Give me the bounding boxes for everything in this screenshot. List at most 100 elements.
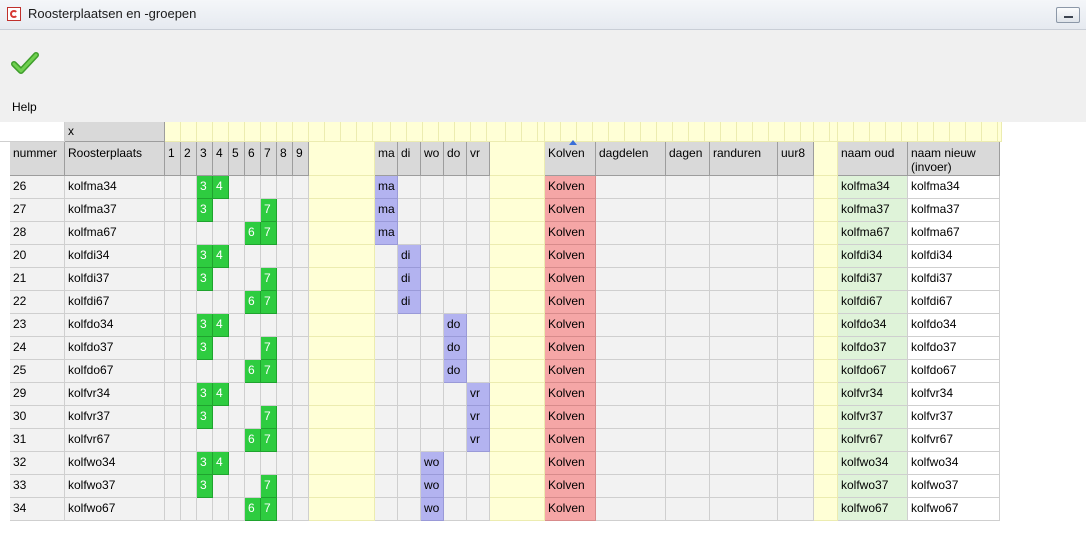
row-nummer[interactable]: 21 bbox=[10, 268, 65, 291]
randuren-cell[interactable] bbox=[710, 176, 778, 199]
filter-cell[interactable] bbox=[593, 122, 609, 142]
day-cell-do[interactable]: do bbox=[444, 360, 467, 383]
header-hour-5[interactable]: 5 bbox=[229, 142, 245, 176]
row-roosterplaats[interactable]: kolfma34 bbox=[65, 176, 165, 199]
dagen-cell[interactable] bbox=[666, 406, 710, 429]
day-cell-ma[interactable] bbox=[375, 498, 398, 521]
day-cell-do[interactable] bbox=[444, 406, 467, 429]
uur8-cell[interactable] bbox=[778, 291, 814, 314]
day-cell-vr[interactable] bbox=[467, 475, 490, 498]
naam-nieuw-input[interactable]: kolfdi67 bbox=[908, 291, 1000, 314]
day-cell-do[interactable] bbox=[444, 268, 467, 291]
day-cell-vr[interactable] bbox=[467, 291, 490, 314]
hour-cell-3[interactable] bbox=[197, 222, 213, 245]
kolven-cell[interactable]: Kolven bbox=[545, 429, 596, 452]
hour-cell-6[interactable] bbox=[245, 245, 261, 268]
day-cell-wo[interactable]: wo bbox=[421, 452, 444, 475]
randuren-cell[interactable] bbox=[710, 383, 778, 406]
hour-cell-9[interactable] bbox=[293, 337, 309, 360]
hour-cell-4[interactable]: 4 bbox=[213, 452, 229, 475]
hour-cell-8[interactable] bbox=[277, 291, 293, 314]
day-cell-vr[interactable]: vr bbox=[467, 429, 490, 452]
header-day-ma[interactable]: ma bbox=[375, 142, 398, 176]
hour-cell-6[interactable] bbox=[245, 268, 261, 291]
kolven-cell[interactable]: Kolven bbox=[545, 291, 596, 314]
filter-cell[interactable] bbox=[785, 122, 801, 142]
filter-cell[interactable] bbox=[966, 122, 982, 142]
day-cell-di[interactable] bbox=[398, 498, 421, 521]
filter-cell[interactable] bbox=[886, 122, 902, 142]
hour-cell-2[interactable] bbox=[181, 222, 197, 245]
kolven-cell[interactable]: Kolven bbox=[545, 199, 596, 222]
hour-cell-1[interactable] bbox=[165, 268, 181, 291]
filter-cell[interactable] bbox=[830, 122, 838, 142]
hour-cell-2[interactable] bbox=[181, 383, 197, 406]
kolven-cell[interactable]: Kolven bbox=[545, 245, 596, 268]
filter-cell[interactable] bbox=[261, 122, 277, 142]
hour-cell-2[interactable] bbox=[181, 337, 197, 360]
day-cell-do[interactable] bbox=[444, 245, 467, 268]
hour-cell-2[interactable] bbox=[181, 429, 197, 452]
hour-cell-9[interactable] bbox=[293, 360, 309, 383]
hour-cell-8[interactable] bbox=[277, 222, 293, 245]
day-cell-ma[interactable] bbox=[375, 314, 398, 337]
confirm-button[interactable] bbox=[8, 46, 42, 80]
day-cell-wo[interactable] bbox=[421, 268, 444, 291]
day-cell-wo[interactable] bbox=[421, 406, 444, 429]
filter-cell[interactable] bbox=[625, 122, 641, 142]
hour-cell-6[interactable]: 6 bbox=[245, 498, 261, 521]
dagdelen-cell[interactable] bbox=[596, 475, 666, 498]
day-cell-vr[interactable] bbox=[467, 245, 490, 268]
day-cell-di[interactable] bbox=[398, 429, 421, 452]
dagdelen-cell[interactable] bbox=[596, 291, 666, 314]
hour-cell-4[interactable] bbox=[213, 199, 229, 222]
filter-cell[interactable] bbox=[934, 122, 950, 142]
filter-cell[interactable] bbox=[325, 122, 341, 142]
dagdelen-cell[interactable] bbox=[596, 222, 666, 245]
hour-cell-3[interactable]: 3 bbox=[197, 176, 213, 199]
hour-cell-6[interactable] bbox=[245, 452, 261, 475]
row-nummer[interactable]: 31 bbox=[10, 429, 65, 452]
hour-cell-3[interactable] bbox=[197, 498, 213, 521]
header-naam-oud[interactable]: naam oud bbox=[838, 142, 908, 176]
dagen-cell[interactable] bbox=[666, 452, 710, 475]
row-nummer[interactable]: 34 bbox=[10, 498, 65, 521]
day-cell-do[interactable] bbox=[444, 383, 467, 406]
day-cell-di[interactable] bbox=[398, 176, 421, 199]
hour-cell-8[interactable] bbox=[277, 452, 293, 475]
filter-cell[interactable] bbox=[918, 122, 934, 142]
hour-cell-5[interactable] bbox=[229, 222, 245, 245]
hour-cell-6[interactable] bbox=[245, 406, 261, 429]
day-cell-vr[interactable] bbox=[467, 452, 490, 475]
header-uur8[interactable]: uur8 bbox=[778, 142, 814, 176]
day-cell-ma[interactable] bbox=[375, 245, 398, 268]
filter-cell[interactable] bbox=[375, 122, 391, 142]
hour-cell-3[interactable]: 3 bbox=[197, 199, 213, 222]
hour-cell-2[interactable] bbox=[181, 314, 197, 337]
hour-cell-6[interactable] bbox=[245, 314, 261, 337]
hour-cell-1[interactable] bbox=[165, 337, 181, 360]
filter-cell[interactable] bbox=[181, 122, 197, 142]
day-cell-ma[interactable] bbox=[375, 475, 398, 498]
row-roosterplaats[interactable]: kolfdo34 bbox=[65, 314, 165, 337]
randuren-cell[interactable] bbox=[710, 199, 778, 222]
day-cell-wo[interactable] bbox=[421, 222, 444, 245]
filter-cell[interactable] bbox=[407, 122, 423, 142]
hour-cell-4[interactable]: 4 bbox=[213, 245, 229, 268]
hour-cell-4[interactable] bbox=[213, 498, 229, 521]
day-cell-do[interactable] bbox=[444, 475, 467, 498]
day-cell-di[interactable] bbox=[398, 406, 421, 429]
hour-cell-3[interactable] bbox=[197, 360, 213, 383]
day-cell-do[interactable] bbox=[444, 199, 467, 222]
day-cell-vr[interactable] bbox=[467, 222, 490, 245]
hour-cell-9[interactable] bbox=[293, 199, 309, 222]
dagen-cell[interactable] bbox=[666, 337, 710, 360]
hour-cell-5[interactable] bbox=[229, 176, 245, 199]
row-nummer[interactable]: 33 bbox=[10, 475, 65, 498]
hour-cell-6[interactable] bbox=[245, 176, 261, 199]
hour-cell-2[interactable] bbox=[181, 199, 197, 222]
naam-nieuw-input[interactable]: kolfma67 bbox=[908, 222, 1000, 245]
day-cell-wo[interactable] bbox=[421, 383, 444, 406]
hour-cell-4[interactable]: 4 bbox=[213, 383, 229, 406]
hour-cell-5[interactable] bbox=[229, 452, 245, 475]
